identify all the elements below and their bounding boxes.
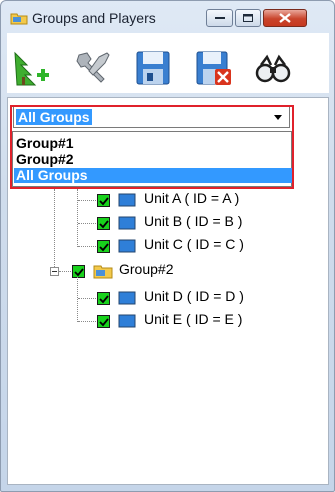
collapse-toggle[interactable] <box>50 267 59 276</box>
minimize-icon <box>214 17 225 19</box>
monitor-icon <box>118 216 136 230</box>
folder-icon <box>93 265 113 279</box>
monitor-icon <box>118 193 136 207</box>
tree-connector <box>78 321 96 322</box>
unit-d-checkbox[interactable] <box>97 292 110 305</box>
tree-connector <box>78 200 96 201</box>
dropdown-option-all-groups[interactable]: All Groups <box>14 168 292 183</box>
close-icon <box>279 13 291 23</box>
monitor-icon <box>118 239 136 253</box>
dropdown-option-group-2[interactable]: Group#2 <box>14 152 292 167</box>
tree-connector <box>78 298 96 299</box>
monitor-icon <box>118 291 136 305</box>
folder-icon <box>10 13 28 25</box>
binoculars-icon <box>255 54 291 83</box>
find-button[interactable] <box>253 49 293 87</box>
floppy-disk-icon <box>136 51 170 85</box>
tree-connector <box>77 277 78 322</box>
minimize-button[interactable] <box>206 9 233 27</box>
tree-item-group-2[interactable]: Group#2 <box>119 261 173 277</box>
window-title: Groups and Players <box>32 10 156 26</box>
tree-item-unit-a[interactable]: Unit A ( ID = A ) <box>144 190 239 206</box>
maximize-button[interactable] <box>235 9 261 27</box>
dropdown-option-group-1[interactable]: Group#1 <box>14 136 292 151</box>
save-button[interactable] <box>133 49 173 87</box>
chevron-down-icon[interactable] <box>269 109 287 125</box>
unit-b-checkbox[interactable] <box>97 217 110 230</box>
tree-connector <box>78 246 96 247</box>
delete-button[interactable] <box>193 49 233 87</box>
monitor-icon <box>118 314 136 328</box>
tree-item-unit-d[interactable]: Unit D ( ID = D ) <box>144 288 244 304</box>
unit-a-checkbox[interactable] <box>97 194 110 207</box>
tree-add-icon <box>14 51 49 86</box>
maximize-icon <box>243 14 253 22</box>
title-bar[interactable]: Groups and Players <box>1 1 334 33</box>
settings-button[interactable] <box>73 49 113 87</box>
floppy-disk-delete-icon <box>196 51 231 85</box>
tree-connector <box>77 189 78 247</box>
unit-c-checkbox[interactable] <box>97 240 110 253</box>
group-select[interactable]: All Groups <box>13 106 290 128</box>
unit-e-checkbox[interactable] <box>97 315 110 328</box>
group-select-dropdown: Group#1 Group#2 All Groups <box>12 131 292 187</box>
groups-and-players-window: Groups and Players Unit A (ID = A) Uni… <box>0 0 335 492</box>
tree-item-unit-b[interactable]: Unit B ( ID = B ) <box>144 213 242 229</box>
wrench-icon <box>76 52 110 83</box>
tree-item-unit-c[interactable]: Unit C ( ID = C ) <box>144 236 244 252</box>
tree-item-unit-e[interactable]: Unit E ( ID = E ) <box>144 311 242 327</box>
add-player-button[interactable] <box>11 49 51 87</box>
close-button[interactable] <box>263 9 307 27</box>
group-2-checkbox[interactable] <box>72 265 85 278</box>
tree-connector <box>54 189 55 271</box>
tree-connector <box>78 223 96 224</box>
toolbar <box>7 33 329 93</box>
tree-connector <box>59 271 71 272</box>
group-select-value: All Groups <box>16 109 92 125</box>
